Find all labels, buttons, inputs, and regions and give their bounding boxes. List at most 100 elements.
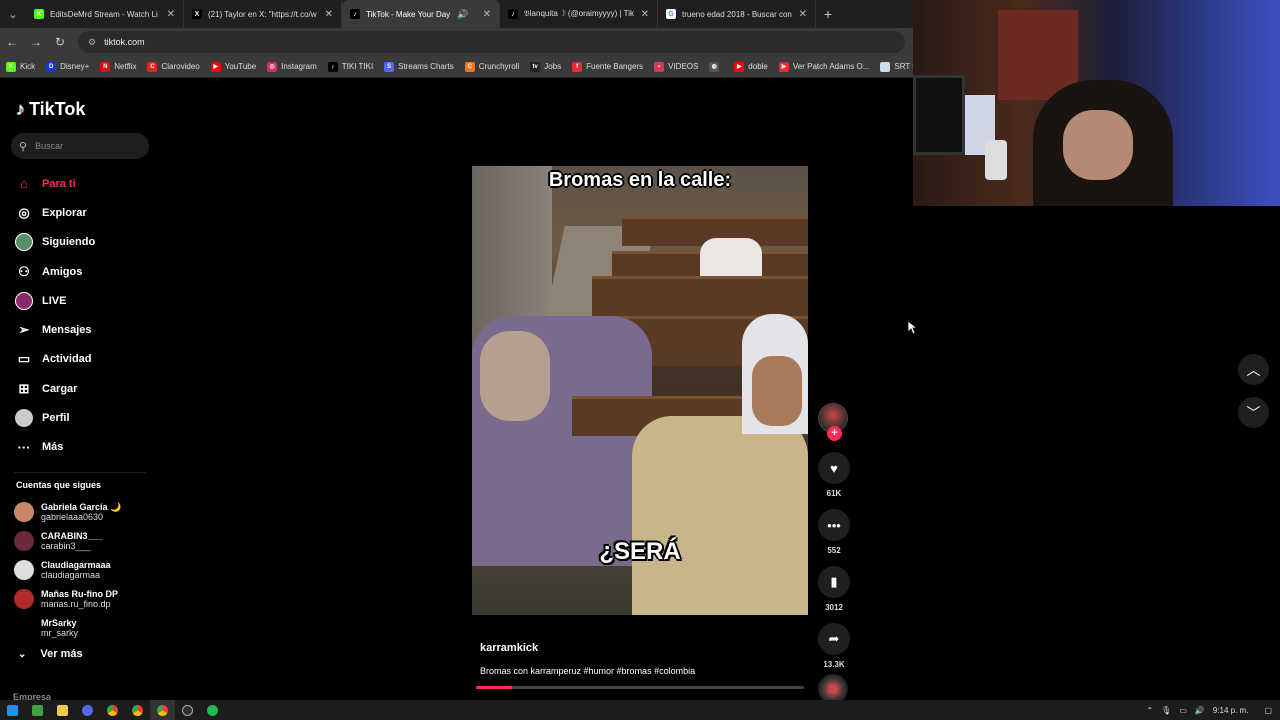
comment-button[interactable]: ••• xyxy=(818,509,850,541)
nav-mas[interactable]: ··· Más xyxy=(14,433,154,462)
bookmark-item[interactable]: ▪ VIDEOS xyxy=(654,61,698,72)
back-button[interactable]: ← xyxy=(0,28,24,56)
bookmark-item[interactable]: ◍ xyxy=(709,61,723,72)
network-icon[interactable]: ▭ xyxy=(1179,706,1187,715)
obs-icon[interactable] xyxy=(175,700,200,720)
browser-tab[interactable]: Gtrueno edad 2018 - Buscar con ✕ xyxy=(658,0,816,28)
search-input[interactable] xyxy=(35,141,136,151)
close-icon[interactable]: ✕ xyxy=(483,9,491,20)
chrome-active-icon[interactable] xyxy=(150,700,175,720)
video-player[interactable]: Bromas en la calle: ¿SERÁ xyxy=(472,166,808,615)
video-description: Bromas con karramperuz #humor #bromas #c… xyxy=(480,666,696,676)
taskbar-app-icon[interactable] xyxy=(25,700,50,720)
bookmark-label: Crunchyroll xyxy=(478,62,520,71)
browser-tab[interactable]: ♪ 𝔅lanquita ☽ (@oraimyyyy) | Tik ✕ xyxy=(500,0,658,28)
tray-overflow-icon[interactable]: ⌃ xyxy=(1146,706,1153,715)
like-button[interactable]: ♥ xyxy=(818,452,850,484)
bookmark-item[interactable]: ▶ Ver Patch Adams O... xyxy=(778,61,869,72)
avatar xyxy=(14,559,34,580)
bookmarks-bar: K Kick D Disney+ N Netflix C Clarovideo ▶ YouTube… xyxy=(0,56,921,78)
nav-live[interactable]: LIVE xyxy=(14,286,154,315)
close-icon[interactable]: ✕ xyxy=(325,9,333,20)
search-icon[interactable]: ⚲ xyxy=(19,140,27,153)
url-text: tiktok.com xyxy=(104,37,145,47)
chrome-icon[interactable] xyxy=(125,700,150,720)
nav-cargar[interactable]: ⊞ Cargar xyxy=(14,374,154,403)
nav-explorar[interactable]: ◎ Explorar xyxy=(14,198,154,227)
tiktok-icon: ♪ xyxy=(508,9,518,19)
bookmark-item[interactable]: K Kick xyxy=(6,61,35,72)
bookmark-item[interactable]: N Netflix xyxy=(100,61,136,72)
nav-para-ti[interactable]: ⌂ Para ti xyxy=(14,169,154,198)
previous-video-button[interactable]: ︿ xyxy=(1238,354,1269,385)
following-list: Gabriela García 🌙 gabrielaaa0630 CARABIN3_… xyxy=(14,497,154,643)
friends-icon: ⚇ xyxy=(18,263,30,279)
notification-icon[interactable]: ▢ xyxy=(1264,706,1272,715)
bookmark-item[interactable]: ▶ YouTube xyxy=(210,61,256,72)
windows-start-icon[interactable] xyxy=(0,700,25,720)
browser-tab[interactable]: X (21) Taylor en X: "https://t.co/w ✕ xyxy=(184,0,342,28)
next-video-button[interactable]: ﹀ xyxy=(1238,397,1269,428)
follow-plus-icon[interactable]: + xyxy=(827,426,842,441)
nav-actividad[interactable]: ▭ Actividad xyxy=(14,345,154,374)
share-button[interactable]: ➦ xyxy=(818,623,850,655)
bookmark-item[interactable]: f Fuente Bangers xyxy=(572,61,643,72)
nav-label: Amigos xyxy=(42,265,83,278)
bookmark-icon: ▶ xyxy=(778,61,789,72)
chrome-icon[interactable] xyxy=(100,700,125,720)
video-progress-fill xyxy=(476,686,513,689)
nav-mensajes[interactable]: ➢ Mensajes xyxy=(14,315,154,344)
following-account[interactable]: Claudiagarmaaa claudiagarmaa xyxy=(14,555,154,584)
video-pew xyxy=(592,276,808,316)
microphone-icon[interactable]: 🎙 xyxy=(1161,706,1171,715)
tiktok-logo[interactable]: ♪ TikTok xyxy=(16,99,85,120)
new-tab-button[interactable]: + xyxy=(816,0,840,28)
reload-button[interactable]: ↻ xyxy=(48,28,72,56)
video-author[interactable]: karramkick xyxy=(480,642,538,654)
share-arrow-icon: ➦ xyxy=(828,631,840,646)
following-title: Cuentas que sigues xyxy=(16,480,102,490)
bookmark-item[interactable]: ◎ Instagram xyxy=(267,61,317,72)
creator-avatar[interactable]: + xyxy=(818,403,848,441)
volume-icon[interactable]: 🔊 xyxy=(1195,706,1205,715)
nav-label: Para ti xyxy=(42,177,76,190)
speaker-icon[interactable]: 🔊 xyxy=(457,9,468,20)
bookmark-item[interactable]: tv Jobs xyxy=(530,61,562,72)
bookmark-item[interactable]: C Crunchyroll xyxy=(464,61,520,72)
browser-tab[interactable]: ♪ TikTok - Make Your Day 🔊 ✕ xyxy=(342,0,500,28)
nav-siguiendo[interactable]: Siguiendo xyxy=(14,228,154,257)
following-account[interactable]: Mañas Ru-fino DP manas.ru_fino.dp xyxy=(14,585,154,614)
tab-title: 𝔅lanquita ☽ (@oraimyyyy) | Tik xyxy=(524,9,635,18)
like-count: 61K xyxy=(826,489,842,498)
bookmark-item[interactable]: D Disney+ xyxy=(46,61,89,72)
tiktok-sidebar: ♪ TikTok ⚲ ⌂ Para ti ◎ Explorar Siguiendo ⚇ Am… xyxy=(0,79,160,702)
bookmark-item[interactable]: ▶ doble xyxy=(734,61,768,72)
tab-search-button[interactable]: ⌄ xyxy=(0,0,26,28)
browser-tab[interactable]: K EditsDeMrd Stream - Watch Li ✕ xyxy=(26,0,184,28)
close-icon[interactable]: ✕ xyxy=(167,9,175,20)
video-progress-bar[interactable] xyxy=(476,686,804,689)
bookmark-item[interactable]: C Clarovideo xyxy=(147,61,200,72)
save-button[interactable]: ▮ xyxy=(818,566,850,598)
clock-time[interactable]: 9:14 p. m. xyxy=(1213,706,1249,715)
share-count: 13.3K xyxy=(823,660,845,669)
nav-amigos[interactable]: ⚇ Amigos xyxy=(14,257,154,286)
video-woman-right xyxy=(632,416,808,615)
following-account[interactable]: Gabriela García 🌙 gabrielaaa0630 xyxy=(14,497,154,526)
bookmark-item[interactable]: ♪ TIKI TIKI xyxy=(327,61,373,72)
following-account[interactable]: CARABIN3___ carabin3___ xyxy=(14,526,154,555)
close-icon[interactable]: ✕ xyxy=(641,9,649,20)
forward-button[interactable]: → xyxy=(24,28,48,56)
bookmark-item[interactable]: S Streams Charts xyxy=(384,61,454,72)
spotify-icon[interactable] xyxy=(200,700,225,720)
nav-perfil[interactable]: Perfil xyxy=(14,403,154,432)
ver-mas-button[interactable]: ⌄ Ver más xyxy=(16,648,83,660)
file-explorer-icon[interactable] xyxy=(50,700,75,720)
site-info-icon[interactable]: ⚙ xyxy=(88,37,96,48)
chevron-down-icon: ⌄ xyxy=(18,648,27,660)
address-bar[interactable]: ⚙ tiktok.com xyxy=(78,31,905,53)
following-account[interactable]: MrSarky mr_sarky xyxy=(14,614,154,643)
discord-icon[interactable] xyxy=(75,700,100,720)
bookmark-label: Jobs xyxy=(544,62,562,71)
close-icon[interactable]: ✕ xyxy=(799,9,807,20)
